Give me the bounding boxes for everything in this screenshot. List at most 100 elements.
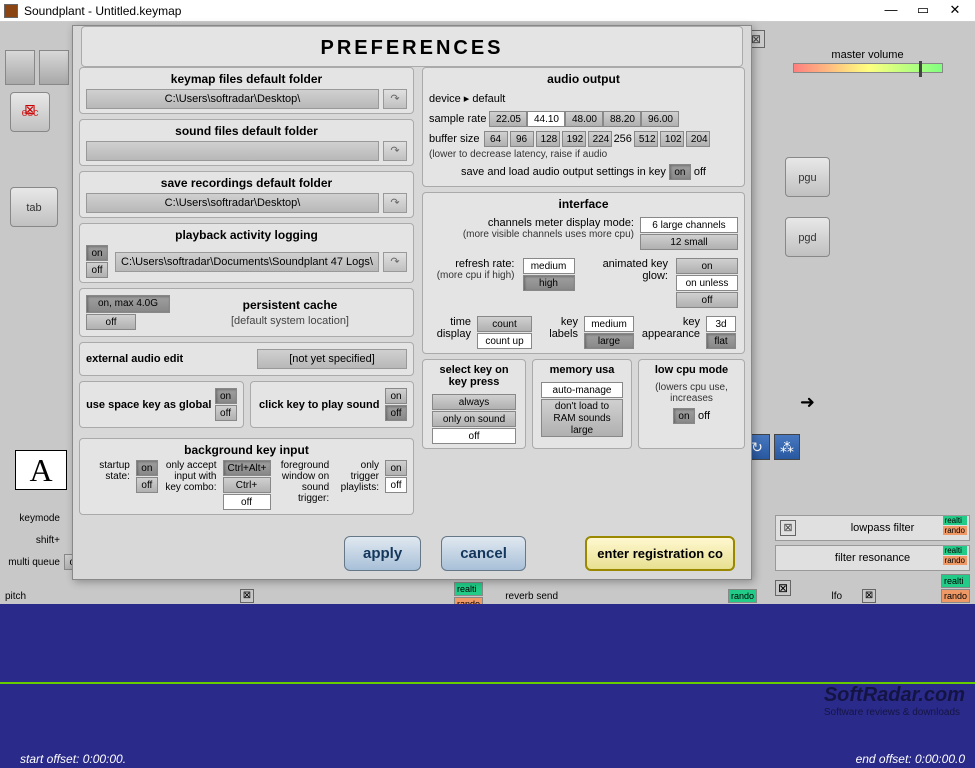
keylabel-medium[interactable]: medium [584, 316, 634, 332]
lowpass-x-icon[interactable]: ⊠ [780, 520, 796, 536]
r3-x-icon[interactable]: ⊠ [775, 580, 791, 596]
lowcpu-box: low cpu mode (lowers cpu use, increases … [638, 359, 745, 449]
memory-title: memory usa [539, 364, 625, 376]
glow-onunless[interactable]: on unless [676, 275, 738, 291]
click-on[interactable]: on [385, 388, 407, 404]
lowpass-tile[interactable]: ⊠ lowpass filter realtirando [775, 515, 970, 541]
external-edit-value[interactable]: [not yet specified] [257, 349, 407, 369]
rate-22.05[interactable]: 22.05 [489, 111, 527, 127]
meter-opt-12small[interactable]: 12 small [640, 234, 738, 250]
key-esc[interactable]: esc [10, 92, 50, 132]
toolbar-button-2[interactable] [39, 50, 69, 85]
buffer-96[interactable]: 96 [510, 131, 534, 147]
apply-button[interactable]: apply [344, 536, 421, 571]
maximize-button[interactable]: ▭ [907, 1, 939, 21]
click-off[interactable]: off [385, 405, 407, 421]
cache-off-toggle[interactable]: off [86, 314, 136, 330]
bgkey-ctrl[interactable]: Ctrl+ [223, 477, 271, 493]
rate-96.00[interactable]: 96.00 [641, 111, 679, 127]
waveform-area[interactable]: SoftRadar.com Software reviews & downloa… [0, 604, 975, 768]
activity-browse-icon[interactable]: ↷ [383, 252, 407, 272]
device-value[interactable]: default [472, 93, 505, 105]
keymap-folder-path[interactable]: C:\Users\softradar\Desktop\ [86, 89, 379, 109]
interface-title: interface [429, 197, 738, 211]
buffer-512[interactable]: 512 [634, 131, 658, 147]
close-button[interactable]: ✕ [939, 1, 971, 21]
selectkey-off[interactable]: off [432, 428, 516, 444]
bgkey-title: background key input [86, 443, 407, 457]
glow-on[interactable]: on [676, 258, 738, 274]
buffer-224[interactable]: 224 [588, 131, 612, 147]
space-off[interactable]: off [215, 405, 237, 421]
bgkey-startup-label: startup state: [86, 460, 130, 482]
bgkey-combo-off[interactable]: off [223, 494, 271, 510]
buffer-102[interactable]: 102 [660, 131, 684, 147]
cache-on-toggle[interactable]: on, max 4.0G [86, 295, 170, 313]
minimize-button[interactable]: — [875, 1, 907, 21]
lowcpu-on[interactable]: on [673, 408, 695, 424]
dialog-title: PREFERENCES [81, 26, 743, 67]
lowcpu-note: (lowers cpu use, increases [645, 382, 738, 404]
activity-path[interactable]: C:\Users\softradar\Documents\Soundplant … [115, 252, 379, 272]
bgkey-startup-off[interactable]: off [136, 477, 158, 493]
sound-folder-path[interactable] [86, 141, 379, 161]
buffer-128[interactable]: 128 [536, 131, 560, 147]
keyapp-3d[interactable]: 3d [706, 316, 736, 332]
preferences-dialog: PREFERENCES keymap files default folder … [72, 25, 752, 580]
bgkey-box: background key input startup state: on o… [79, 438, 414, 515]
selectkey-onlyon[interactable]: only on sound [432, 411, 516, 427]
click-key-box: click key to play sound on off [250, 381, 415, 428]
register-button[interactable]: enter registration co [585, 536, 735, 571]
recordings-folder-browse-icon[interactable]: ↷ [383, 193, 407, 213]
buffer-64[interactable]: 64 [484, 131, 508, 147]
app-icon [4, 4, 18, 18]
memory-auto[interactable]: auto-manage [541, 382, 623, 398]
bgkey-ctrlalt[interactable]: Ctrl+Alt+ [223, 460, 271, 476]
time-display-label: time display [429, 316, 471, 340]
recordings-folder-path[interactable]: C:\Users\softradar\Desktop\ [86, 193, 379, 213]
memory-dontload[interactable]: don't load to RAM sounds large [541, 399, 623, 437]
buffer-204[interactable]: 204 [686, 131, 710, 147]
bgkey-startup-on[interactable]: on [136, 460, 158, 476]
time-count[interactable]: count [477, 316, 532, 332]
glow-off[interactable]: off [676, 292, 738, 308]
bgkey-trigger-on[interactable]: on [385, 460, 407, 476]
master-volume-slider[interactable] [793, 63, 943, 73]
recordings-folder-title: save recordings default folder [86, 176, 407, 190]
key-pgd[interactable]: pgd [785, 217, 830, 257]
activity-on-toggle[interactable]: on [86, 245, 108, 261]
saveload-label: save and load audio output settings in k… [461, 166, 666, 178]
cancel-button[interactable]: cancel [441, 536, 526, 571]
selectkey-always[interactable]: always [432, 394, 516, 410]
key-pgu[interactable]: pgu [785, 157, 830, 197]
key-A-large[interactable]: A [15, 450, 67, 490]
pitch-x-icon[interactable]: ⊠ [240, 589, 254, 603]
sound-folder-browse-icon[interactable]: ↷ [383, 141, 407, 161]
rate-88.20[interactable]: 88.20 [603, 111, 641, 127]
resonance-tile[interactable]: filter resonance realtirando [775, 545, 970, 571]
keylabel-large[interactable]: large [584, 333, 634, 349]
key-tab[interactable]: tab [10, 187, 58, 227]
buffer-192[interactable]: 192 [562, 131, 586, 147]
toolbar-button-1[interactable] [5, 50, 35, 85]
activity-off-toggle[interactable]: off [86, 262, 108, 278]
cache-box: on, max 4.0G off persistent cache [defau… [79, 288, 414, 337]
send-rando-badge[interactable]: rando [728, 589, 757, 603]
pitch-realti-badge[interactable]: realti [454, 582, 483, 596]
settings-button[interactable]: ⁂ [774, 434, 800, 460]
key-appearance-label: key appearance [640, 316, 700, 340]
bgkey-trigger-off[interactable]: off [385, 477, 407, 493]
keymap-folder-browse-icon[interactable]: ↷ [383, 89, 407, 109]
rate-44.10[interactable]: 44.10 [527, 111, 565, 127]
refresh-high[interactable]: high [523, 275, 575, 291]
interface-box: interface channels meter display mode: (… [422, 192, 745, 354]
keyapp-flat[interactable]: flat [706, 333, 736, 349]
space-on[interactable]: on [215, 388, 237, 404]
time-countup[interactable]: count up [477, 333, 532, 349]
meter-opt-6large[interactable]: 6 large channels [640, 217, 738, 233]
rate-48.00[interactable]: 48.00 [565, 111, 603, 127]
buffer-256[interactable]: 256 [614, 133, 632, 145]
saveload-on[interactable]: on [669, 164, 691, 180]
right-keys: pgu pgd [785, 157, 835, 277]
refresh-medium[interactable]: medium [523, 258, 575, 274]
